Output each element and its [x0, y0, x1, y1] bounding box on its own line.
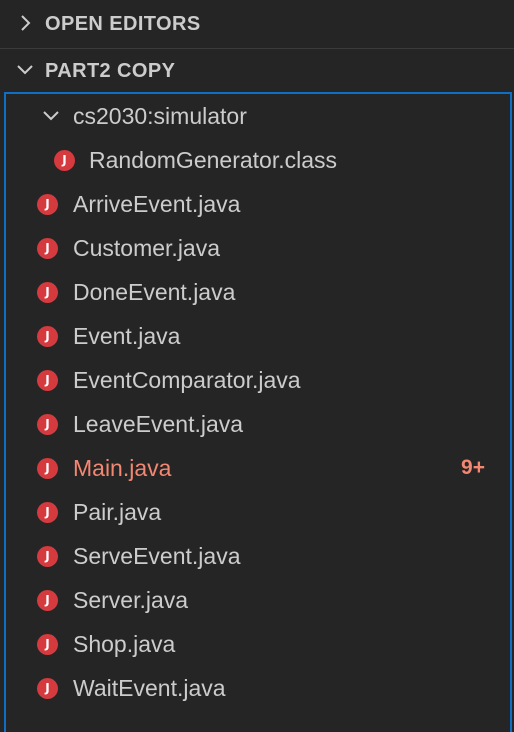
java-file-icon: J: [37, 634, 58, 655]
file-row-eventcomparator[interactable]: J EventComparator.java: [6, 358, 512, 402]
file-name: RandomGenerator.class: [89, 147, 338, 173]
java-file-icon: J: [37, 678, 58, 699]
file-name: WaitEvent.java: [73, 675, 226, 701]
file-name: EventComparator.java: [73, 367, 301, 393]
file-row-arriveevent[interactable]: J ArriveEvent.java: [6, 182, 512, 226]
file-row-main[interactable]: J Main.java 9+: [6, 446, 512, 490]
java-file-icon: J: [37, 282, 58, 303]
file-name: Shop.java: [73, 631, 176, 657]
file-row-randomgenerator[interactable]: J RandomGenerator.class: [6, 138, 512, 182]
folder-name: cs2030:simulator: [73, 103, 247, 129]
java-file-icon: J: [37, 194, 58, 215]
file-name: Event.java: [73, 323, 181, 349]
file-name: LeaveEvent.java: [73, 411, 244, 437]
java-file-icon: J: [37, 590, 58, 611]
file-name: Main.java: [73, 455, 172, 481]
file-tree: cs2030:simulator J RandomGenerator.class…: [4, 92, 512, 732]
file-row-server[interactable]: J Server.java: [6, 578, 512, 622]
file-name: ServeEvent.java: [73, 543, 241, 569]
folder-row-simulator[interactable]: cs2030:simulator: [6, 94, 512, 138]
file-row-serveevent[interactable]: J ServeEvent.java: [6, 534, 512, 578]
file-row-shop[interactable]: J Shop.java: [6, 622, 512, 666]
java-file-icon: J: [37, 502, 58, 523]
file-name: DoneEvent.java: [73, 279, 236, 305]
file-name: Customer.java: [73, 235, 221, 261]
explorer-panel: OPEN EDITORS PART2 COPY cs2030:simulator…: [0, 0, 514, 732]
file-name: Pair.java: [73, 499, 162, 525]
open-editors-title: OPEN EDITORS: [45, 12, 201, 35]
file-name: ArriveEvent.java: [73, 191, 241, 217]
java-file-icon: J: [37, 238, 58, 259]
java-file-icon: J: [54, 150, 75, 171]
file-row-doneevent[interactable]: J DoneEvent.java: [6, 270, 512, 314]
chevron-down-icon: [17, 65, 33, 75]
java-file-icon: J: [37, 546, 58, 567]
workspace-section-header[interactable]: PART2 COPY: [0, 48, 514, 93]
java-file-icon: J: [37, 414, 58, 435]
chevron-right-icon: [21, 15, 31, 31]
file-row-event[interactable]: J Event.java: [6, 314, 512, 358]
file-row-customer[interactable]: J Customer.java: [6, 226, 512, 270]
java-file-icon: J: [37, 458, 58, 479]
file-row-leaveevent[interactable]: J LeaveEvent.java: [6, 402, 512, 446]
file-row-pair[interactable]: J Pair.java: [6, 490, 512, 534]
open-editors-section-header[interactable]: OPEN EDITORS: [0, 2, 514, 46]
java-file-icon: J: [37, 326, 58, 347]
workspace-title: PART2 COPY: [45, 59, 176, 82]
problems-badge: 9+: [461, 456, 485, 479]
file-row-waitevent[interactable]: J WaitEvent.java: [6, 666, 512, 710]
java-file-icon: J: [37, 370, 58, 391]
chevron-down-icon: [43, 111, 59, 121]
file-name: Server.java: [73, 587, 189, 613]
